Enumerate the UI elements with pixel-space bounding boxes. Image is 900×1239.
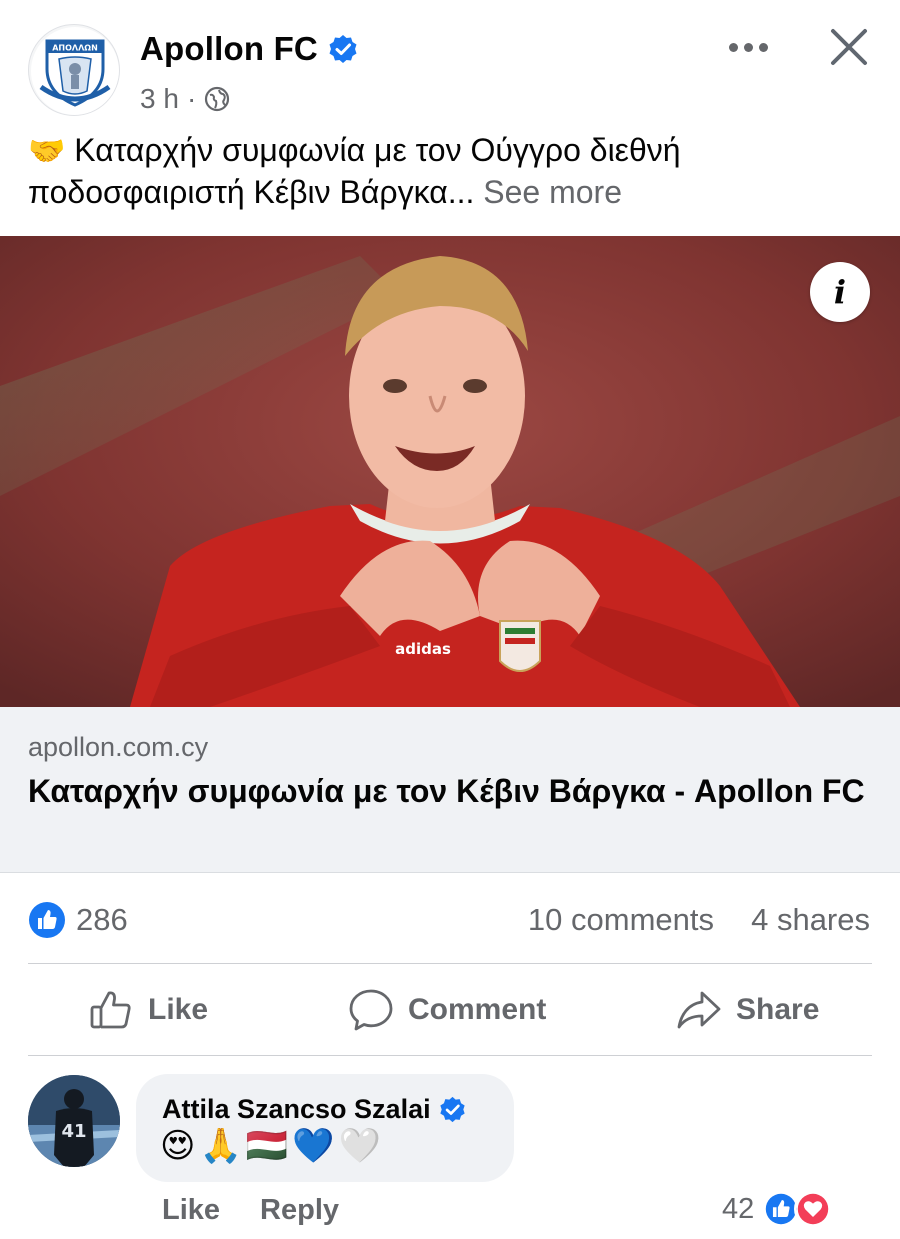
page-name[interactable]: Apollon FC [140,30,318,68]
post-image[interactable]: adidas [0,236,900,707]
comment-bubble-icon [349,989,393,1031]
page-name-row: Apollon FC [140,30,358,68]
post-meta: 3 h · [140,83,230,115]
comment-reactions[interactable]: 42 [722,1190,833,1228]
comment-actions: Like Reply [162,1194,339,1227]
post-time[interactable]: 3 h [140,83,179,115]
svg-text:ΑΠΟΛΛΩΝ: ΑΠΟΛΛΩΝ [52,44,98,53]
comment-text: 😍🙏🇭🇺💙🤍 [160,1127,385,1165]
divider [28,1055,872,1056]
link-title: Καταρχήν συμφωνία με τον Κέβιν Βάργκα - … [28,773,865,809]
commenter-avatar[interactable]: 41 [28,1075,120,1167]
share-button[interactable]: Share [676,985,819,1035]
comment-reply-button[interactable]: Reply [260,1194,339,1227]
link-preview[interactable]: apollon.com.cy Καταρχήν συμφωνία με τον … [0,707,900,873]
like-button-label: Like [148,993,209,1026]
like-button[interactable]: Like [88,985,208,1035]
thumbs-up-icon [90,991,131,1029]
comment-reaction-count: 42 [722,1192,755,1225]
svg-text:41: 41 [61,1121,86,1142]
page-avatar[interactable]: ΑΠΟΛΛΩΝ [28,24,120,116]
comment-button[interactable]: Comment [348,985,546,1035]
apollon-crest-logo: ΑΠΟΛΛΩΝ [31,27,119,115]
post-header: ΑΠΟΛΛΩΝ Apollon FC 3 h · [0,0,900,130]
like-reaction-icon[interactable] [28,901,66,939]
like-count[interactable]: 286 [76,902,128,938]
reaction-stats: 286 10 comments 4 shares [0,890,900,950]
globe-icon [205,86,230,112]
info-icon[interactable]: i [810,262,870,322]
comment-like-button[interactable]: Like [162,1194,220,1227]
more-options-icon[interactable] [722,32,774,62]
link-domain: apollon.com.cy [28,732,209,762]
verified-badge-icon [439,1096,465,1123]
comment-author-row: Attila Szancso Szalai [162,1094,466,1125]
player-photo: adidas [0,236,900,707]
post-actions: Like Comment Share [0,965,900,1055]
close-icon[interactable] [826,24,872,70]
comment-bubble: Attila Szancso Szalai 😍🙏🇭🇺💙🤍 [136,1074,514,1182]
share-arrow-icon [677,991,721,1029]
handshake-emoji: 🤝 [28,135,66,168]
comments-count[interactable]: 10 comments [528,902,714,938]
post-caption: 🤝 Καταρχήν συμφωνία με τον Ούγγρο διεθνή… [28,130,878,213]
divider [28,963,872,964]
shares-count[interactable]: 4 shares [751,902,870,938]
share-button-label: Share [736,993,820,1026]
commenter-photo: 41 [28,1075,120,1167]
comment-author[interactable]: Attila Szancso Szalai [162,1094,431,1125]
meta-separator: · [186,83,197,114]
svg-text:adidas: adidas [395,640,451,658]
see-more-link[interactable]: See more [483,174,622,210]
heart-icon [794,1190,833,1228]
comment-button-label: Comment [408,993,547,1026]
verified-badge-icon [329,35,357,63]
